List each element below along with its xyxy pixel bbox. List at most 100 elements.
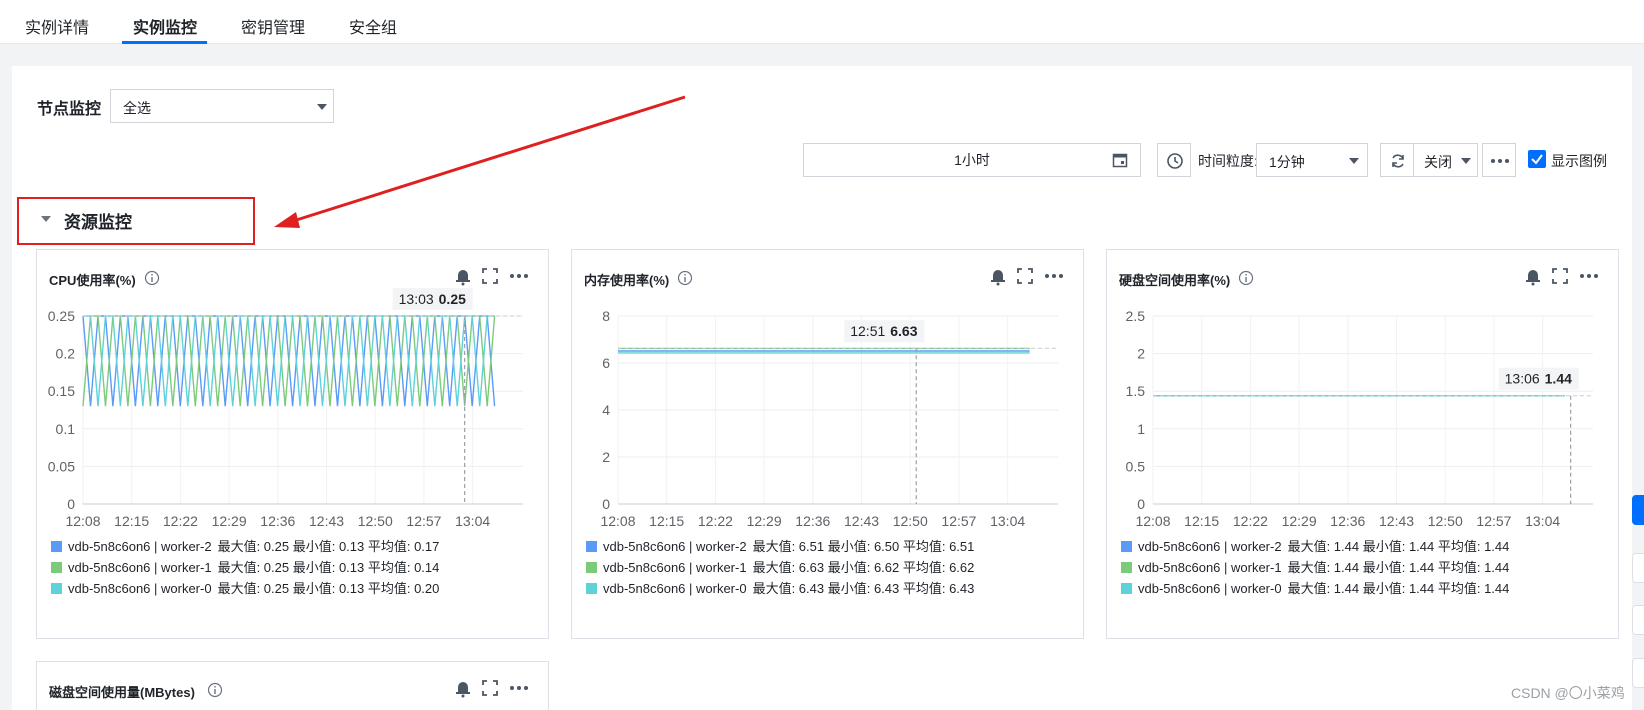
tooltip-time: 13:06 xyxy=(1505,371,1540,387)
legend-series-stats: 最大值: 6.63 最小值: 6.62 平均值: 6.62 xyxy=(752,560,975,575)
legend-item-worker-1[interactable]: vdb-5n8c6on6 | worker-1 最大值: 6.63 最小值: 6.… xyxy=(586,557,980,575)
y-tick-label: 2 xyxy=(602,449,610,465)
card-title: 磁盘空间使用量(MBytes) xyxy=(49,685,195,700)
disk-usage-percent-card: 硬盘空间使用率(%) 0 0.5 1 1.5 2 2.5 12:08 12:15 12:22 12:… xyxy=(1106,249,1619,639)
y-tick-label: 0 xyxy=(67,496,75,512)
x-tick-label: 12:57 xyxy=(406,513,441,529)
x-tick-label: 12:29 xyxy=(212,513,247,529)
y-tick-label: 1.5 xyxy=(1126,383,1146,399)
legend-series-stats: 最大值: 0.25 最小值: 0.13 平均值: 0.20 xyxy=(217,581,440,596)
x-tick-label: 12:15 xyxy=(1184,513,1219,529)
chart-plot[interactable]: 0 2 4 6 8 12:08 12:15 12:22 12:29 12:36 12:43 12:50… xyxy=(572,250,1085,550)
legend-item-worker-0[interactable]: vdb-5n8c6on6 | worker-0 最大值: 1.44 最小值: 1.… xyxy=(1121,578,1515,596)
y-tick-label: 6 xyxy=(602,355,610,371)
y-tick-label: 0.1 xyxy=(56,421,76,437)
legend-series-name: vdb-5n8c6on6 | worker-0 xyxy=(1138,581,1282,596)
cpu-usage-card: CPU使用率(%) 0 0.05 0.1 0.15 0.2 0.25 12:08 12:15 12… xyxy=(36,249,549,639)
y-tick-label: 8 xyxy=(602,308,610,324)
tooltip-value: 6.63 xyxy=(890,323,917,339)
legend-series-stats: 最大值: 1.44 最小值: 1.44 平均值: 1.44 xyxy=(1287,581,1510,596)
card-tool-icons[interactable] xyxy=(453,678,533,698)
y-tick-label: 0 xyxy=(602,496,610,512)
x-tick-label: 12:29 xyxy=(1282,513,1317,529)
x-tick-label: 12:22 xyxy=(1233,513,1268,529)
legend-swatch xyxy=(586,541,597,552)
x-tick-label: 12:43 xyxy=(309,513,344,529)
legend-series-stats: 最大值: 6.51 最小值: 6.50 平均值: 6.51 xyxy=(752,539,975,554)
legend-item-worker-2[interactable]: vdb-5n8c6on6 | worker-2 最大值: 1.44 最小值: 1.… xyxy=(1121,536,1515,554)
x-tick-label: 12:22 xyxy=(698,513,733,529)
x-tick-label: 12:50 xyxy=(358,513,393,529)
tooltip: 13:06 1.44 xyxy=(1498,367,1579,390)
x-tick-label: 12:43 xyxy=(1379,513,1414,529)
legend-series-name: vdb-5n8c6on6 | worker-0 xyxy=(603,581,747,596)
legend-swatch xyxy=(1121,562,1132,573)
x-tick-label: 12:50 xyxy=(893,513,928,529)
legend-item-worker-0[interactable]: vdb-5n8c6on6 | worker-0 最大值: 0.25 最小值: 0.… xyxy=(51,578,445,596)
x-tick-label: 13:04 xyxy=(455,513,490,529)
legend-item-worker-0[interactable]: vdb-5n8c6on6 | worker-0 最大值: 6.43 最小值: 6.… xyxy=(586,578,980,596)
bell-icon xyxy=(456,682,470,698)
tooltip-time: 12:51 xyxy=(850,323,885,339)
x-tick-label: 12:50 xyxy=(1428,513,1463,529)
legend-swatch xyxy=(51,541,62,552)
y-tick-label: 0 xyxy=(1137,496,1145,512)
legend-series-stats: 最大值: 0.25 最小值: 0.13 平均值: 0.17 xyxy=(217,539,440,554)
y-tick-label: 0.05 xyxy=(48,458,75,474)
legend-series-stats: 最大值: 1.44 最小值: 1.44 平均值: 1.44 xyxy=(1287,560,1510,575)
x-tick-label: 12:22 xyxy=(163,513,198,529)
y-tick-label: 2.5 xyxy=(1126,308,1146,324)
legend-swatch xyxy=(586,583,597,594)
x-tick-label: 12:29 xyxy=(747,513,782,529)
fullscreen-icon xyxy=(482,680,498,696)
x-tick-label: 12:08 xyxy=(600,513,635,529)
legend-swatch xyxy=(51,583,62,594)
chart-plot[interactable]: 0 0.05 0.1 0.15 0.2 0.25 12:08 12:15 12:22 12:29 1… xyxy=(37,250,550,550)
x-tick-label: 12:36 xyxy=(1330,513,1365,529)
legend-series-name: vdb-5n8c6on6 | worker-2 xyxy=(1138,539,1282,554)
x-tick-label: 12:08 xyxy=(1135,513,1170,529)
legend-swatch xyxy=(586,562,597,573)
legend-item-worker-1[interactable]: vdb-5n8c6on6 | worker-1 最大值: 1.44 最小值: 1.… xyxy=(1121,557,1515,575)
x-tick-label: 13:04 xyxy=(990,513,1025,529)
legend-item-worker-1[interactable]: vdb-5n8c6on6 | worker-1 最大值: 0.25 最小值: 0.… xyxy=(51,557,445,575)
legend-series-name: vdb-5n8c6on6 | worker-2 xyxy=(68,539,212,554)
y-tick-label: 0.25 xyxy=(48,308,75,324)
legend-swatch xyxy=(1121,541,1132,552)
info-icon[interactable] xyxy=(207,682,223,698)
tooltip: 13:03 0.25 xyxy=(392,288,473,310)
floating-tool-button[interactable] xyxy=(1632,553,1644,583)
legend-series-name: vdb-5n8c6on6 | worker-1 xyxy=(603,560,747,575)
y-tick-label: 2 xyxy=(1137,346,1145,362)
legend-series-name: vdb-5n8c6on6 | worker-2 xyxy=(603,539,747,554)
legend-series-stats: 最大值: 6.43 最小值: 6.43 平均值: 6.43 xyxy=(752,581,975,596)
tooltip-value: 0.25 xyxy=(439,291,466,307)
watermark: CSDN @〇小菜鸡 xyxy=(1511,685,1625,701)
y-tick-label: 1 xyxy=(1137,421,1145,437)
tooltip-value: 1.44 xyxy=(1545,371,1572,387)
tooltip: 12:51 6.63 xyxy=(844,320,925,343)
x-tick-label: 13:04 xyxy=(1525,513,1560,529)
series-line-worker-1 xyxy=(82,315,496,407)
tooltip-time: 13:03 xyxy=(399,291,434,307)
legend-series-name: vdb-5n8c6on6 | worker-0 xyxy=(68,581,212,596)
floating-tool-button[interactable] xyxy=(1632,658,1644,688)
legend-swatch xyxy=(1121,583,1132,594)
x-tick-label: 12:43 xyxy=(844,513,879,529)
legend-item-worker-2[interactable]: vdb-5n8c6on6 | worker-2 最大值: 6.51 最小值: 6.… xyxy=(586,536,980,554)
floating-assistant-button[interactable] xyxy=(1632,495,1644,525)
x-tick-label: 12:57 xyxy=(941,513,976,529)
x-tick-label: 12:08 xyxy=(65,513,100,529)
x-tick-label: 12:15 xyxy=(114,513,149,529)
x-tick-label: 12:36 xyxy=(260,513,295,529)
y-tick-label: 0.5 xyxy=(1126,458,1146,474)
card-toolbar xyxy=(453,678,533,698)
legend-item-worker-2[interactable]: vdb-5n8c6on6 | worker-2 最大值: 0.25 最小值: 0.… xyxy=(51,536,445,554)
chart-plot[interactable]: 0 0.5 1 1.5 2 2.5 12:08 12:15 12:22 12:29 12:36 12:… xyxy=(1107,250,1620,550)
legend-series-stats: 最大值: 1.44 最小值: 1.44 平均值: 1.44 xyxy=(1287,539,1510,554)
x-tick-label: 12:15 xyxy=(649,513,684,529)
floating-tool-button[interactable] xyxy=(1632,605,1644,635)
x-tick-label: 12:36 xyxy=(795,513,830,529)
y-tick-label: 0.2 xyxy=(56,346,76,362)
x-tick-label: 12:57 xyxy=(1476,513,1511,529)
